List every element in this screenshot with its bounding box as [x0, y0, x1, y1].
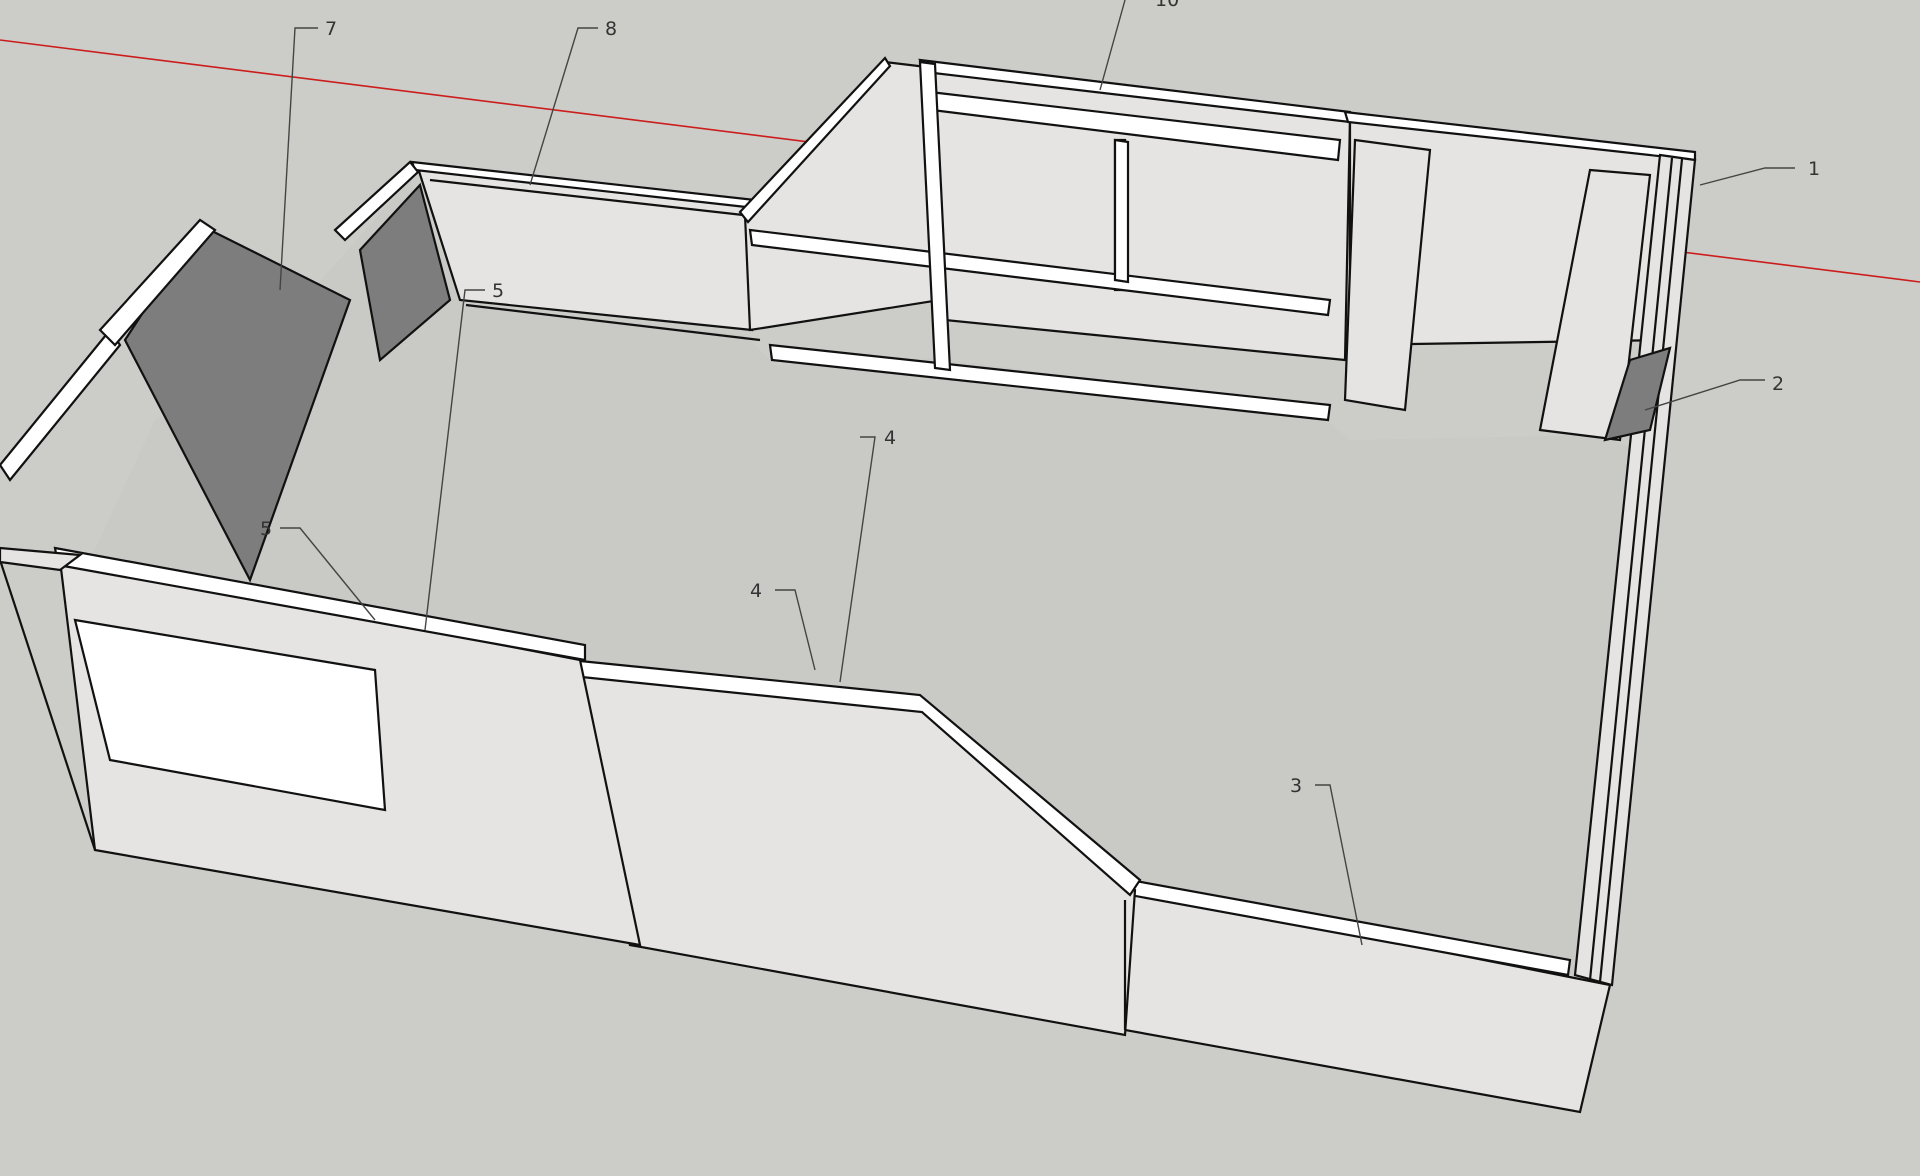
callout-1: 1 [1808, 158, 1820, 180]
callout-3: 3 [1290, 775, 1302, 797]
callout-8: 8 [605, 18, 617, 40]
callout-4a: 4 [884, 427, 896, 449]
leader-10 [1099, 0, 1126, 91]
model-viewport[interactable]: 1 2 3 4 4 5 5 7 8 10 [0, 0, 1920, 1172]
callout-2: 2 [1772, 373, 1784, 395]
callout-5a: 5 [260, 518, 272, 540]
callout-4b: 4 [750, 580, 762, 602]
callout-5b: 5 [492, 280, 504, 302]
leader-8 [529, 27, 598, 186]
callout-10: 10 [1155, 0, 1179, 11]
cubicle-model-drawing: 1 2 3 4 4 5 5 7 8 10 [0, 0, 1920, 1114]
leader-7 [279, 27, 318, 291]
back-wall-angled [738, 56, 942, 332]
leader-1 [1699, 167, 1795, 186]
callout-7: 7 [325, 18, 337, 40]
